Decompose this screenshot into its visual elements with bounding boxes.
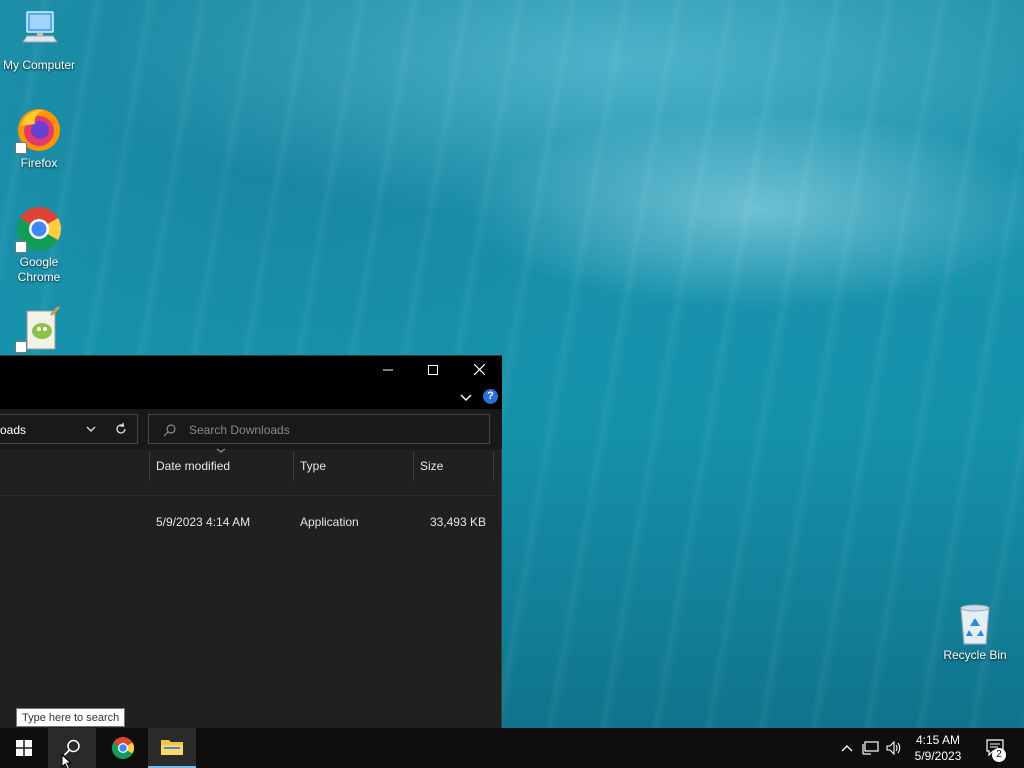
firefox-icon	[15, 106, 63, 154]
shortcut-arrow-icon	[15, 341, 27, 353]
shortcut-arrow-icon	[15, 241, 27, 253]
computer-icon	[15, 8, 63, 56]
desktop-icon-label: Google Chrome	[17, 255, 61, 284]
close-button[interactable]	[456, 356, 502, 383]
header-divider	[0, 495, 494, 496]
search-placeholder: Search Downloads	[189, 423, 290, 437]
column-header-type[interactable]: Type	[293, 451, 413, 481]
notepad-plus-icon	[15, 305, 63, 353]
speaker-icon	[886, 741, 901, 755]
network-button[interactable]	[860, 728, 882, 768]
refresh-icon[interactable]	[114, 422, 128, 436]
desktop-icon-chrome[interactable]: Google Chrome	[1, 205, 77, 285]
folder-icon	[161, 740, 183, 755]
notification-count-badge: 2	[992, 748, 1006, 762]
help-icon: ?	[487, 390, 494, 402]
column-header-size[interactable]: Size	[413, 451, 494, 481]
row-size: 33,493 KB	[429, 515, 486, 529]
column-headers: Date modified Type Size	[0, 448, 502, 481]
network-icon	[862, 741, 879, 755]
ribbon-bar: ?	[0, 383, 502, 409]
chevron-down-icon[interactable]	[86, 425, 96, 433]
close-icon	[473, 364, 485, 375]
navigation-row: oads Search Downloads	[0, 409, 502, 449]
column-header-date-modified[interactable]: Date modified	[149, 451, 293, 481]
window-titlebar[interactable]	[0, 356, 502, 383]
taskbar: 4:15 AM 5/9/2023 2	[0, 728, 1024, 768]
address-path-text: oads	[0, 423, 27, 437]
row-date-modified: 5/9/2023 4:14 AM	[156, 515, 251, 529]
taskbar-clock[interactable]: 4:15 AM 5/9/2023	[904, 732, 972, 764]
shortcut-arrow-icon	[15, 142, 27, 154]
mouse-cursor-icon	[61, 754, 73, 768]
maximize-icon	[428, 364, 438, 375]
desktop-icon-label: Firefox	[20, 156, 58, 170]
address-bar[interactable]: oads	[0, 414, 138, 444]
volume-button[interactable]	[884, 728, 904, 768]
clock-date: 5/9/2023	[914, 749, 962, 763]
file-explorer-window: ? oads Search Downloads Date modified Ty…	[0, 355, 502, 728]
show-hidden-icons-button[interactable]	[838, 728, 856, 768]
notification-center-button[interactable]: 2	[978, 728, 1014, 768]
maximize-button[interactable]	[410, 356, 456, 383]
clock-time: 4:15 AM	[915, 733, 961, 747]
chrome-icon	[112, 737, 134, 759]
chevron-down-icon	[460, 394, 472, 402]
desktop-icon-notepad-plus[interactable]	[1, 305, 77, 355]
minimize-icon	[383, 369, 393, 370]
start-button[interactable]	[0, 728, 48, 768]
help-button[interactable]: ?	[483, 389, 498, 404]
taskbar-file-explorer-button[interactable]	[148, 728, 196, 768]
search-input[interactable]: Search Downloads	[148, 414, 490, 444]
chrome-icon	[15, 205, 63, 253]
desktop-icon-my-computer[interactable]: My Computer	[1, 8, 77, 73]
table-row[interactable]: 5/9/2023 4:14 AM Application 33,493 KB	[0, 511, 502, 533]
minimize-button[interactable]	[365, 356, 411, 383]
chevron-up-icon	[841, 745, 853, 752]
recycle-bin-icon	[953, 602, 997, 646]
search-tooltip: Type here to search	[16, 708, 126, 727]
search-icon	[163, 424, 176, 437]
expand-ribbon-button[interactable]	[460, 390, 472, 408]
desktop-icon-firefox[interactable]: Firefox	[1, 106, 77, 171]
desktop-icon-label: My Computer	[2, 58, 76, 72]
desktop-icon-label: Recycle Bin	[943, 648, 1007, 662]
taskbar-chrome-button[interactable]	[99, 728, 147, 768]
windows-logo-icon	[16, 740, 32, 756]
desktop-icon-recycle-bin[interactable]: Recycle Bin	[937, 602, 1013, 663]
row-type: Application	[300, 515, 359, 529]
